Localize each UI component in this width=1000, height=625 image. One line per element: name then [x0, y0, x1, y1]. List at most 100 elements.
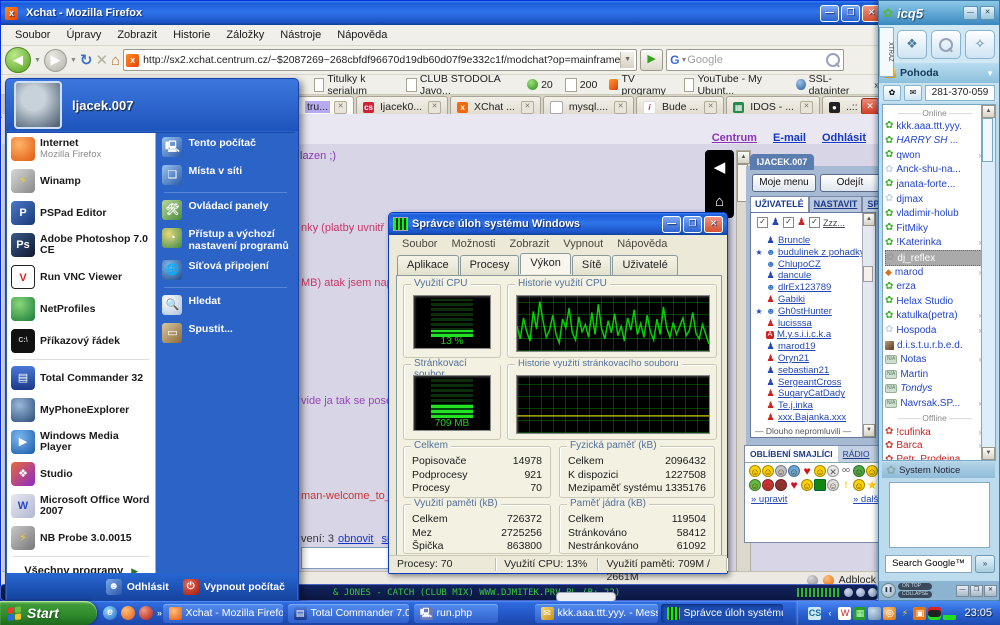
start-menu-item-hledat[interactable]: 🔍Hledat [156, 291, 295, 319]
green-grid-icon[interactable]: ▦ [853, 607, 866, 620]
user-name[interactable]: Te.j.inka [778, 400, 813, 411]
chevron-left-icon[interactable]: ‹ [823, 607, 836, 620]
heart-smiley-icon[interactable]: ♥ [788, 479, 800, 491]
user-list-item[interactable]: ♟lucisssa [755, 318, 812, 329]
icq-contact[interactable]: ✿vladimir-holub [885, 207, 984, 221]
scroll-up-icon[interactable]: ▲ [863, 213, 875, 226]
sidebar-tab-1[interactable]: UŽIVATELÉ [750, 196, 809, 212]
url-bar[interactable]: x http://sx2.xchat.centrum.cz/~$2087269~… [123, 49, 637, 71]
menu-item[interactable]: Nástroje [272, 27, 329, 43]
icq-contact[interactable]: N/ANotas» [885, 353, 984, 367]
sidebar-user-tab[interactable]: IJACEK.007 [750, 154, 814, 170]
start-menu-item-internet[interactable]: InternetMozilla Firefox [7, 133, 155, 165]
icq-contact[interactable]: d.i.s.t.u.r.b.e.d. [885, 338, 984, 352]
restore-button[interactable]: ❐ [970, 585, 983, 597]
system-notice-bar[interactable]: ✿ System Notice [882, 462, 995, 478]
taskbar-button-floppy[interactable]: ▤Total Commander 7.01 ... [288, 604, 409, 623]
icq-contact[interactable]: ✿Hospoda» [885, 323, 984, 337]
face-smiley-icon[interactable]: ☺ [801, 479, 813, 491]
forward-dropdown-icon[interactable]: ▼ [70, 57, 77, 64]
bookmark-item[interactable]: 20 [522, 79, 558, 91]
search-placeholder[interactable]: Google [687, 54, 826, 66]
forward-button[interactable]: ▶ [44, 49, 67, 72]
start-menu-item-pspad-editor[interactable]: PPSPad Editor [7, 197, 155, 229]
user-list-item[interactable]: ★☻Gh0stHunter [755, 306, 832, 317]
user-name[interactable]: dlrEx123789 [778, 282, 831, 293]
user-name[interactable]: Oryn21 [778, 353, 809, 364]
icq-contact[interactable]: ✿!Katerinka» [885, 236, 984, 250]
collapse-button[interactable]: COLLAPSE [898, 591, 932, 598]
icq-contact[interactable]: ✿Helax Studio [885, 294, 984, 308]
close-button[interactable]: ✕ [704, 216, 723, 233]
search-icon[interactable] [826, 53, 840, 67]
player-button[interactable] [844, 588, 853, 597]
firefox-titlebar[interactable]: x Xchat - Mozilla Firefox — ❐ ✕ [1, 1, 885, 25]
minimize-button[interactable]: — [956, 585, 969, 597]
bookmark-item[interactable]: SSL-datainter [791, 73, 867, 97]
url-text[interactable]: http://sx2.xchat.centrum.cz/~$2087269~26… [143, 54, 620, 66]
firefox-icon[interactable] [121, 606, 135, 620]
quick-launch-more-icon[interactable]: » [157, 608, 162, 618]
search-go-button[interactable]: » [975, 555, 995, 573]
filter-checkbox[interactable]: ✓ [783, 217, 794, 228]
icq-status-bar[interactable]: Pohoda ▼ [879, 63, 999, 83]
mail-check-icon[interactable]: ✉ [904, 85, 922, 101]
icq-scrollbar[interactable]: ▲ ▼ [981, 104, 996, 461]
restore-button[interactable]: ❐ [841, 5, 860, 22]
taskmgr-menu-item[interactable]: Vypnout [556, 237, 610, 251]
orange-target-icon[interactable]: ◎ [883, 607, 896, 620]
moje-menu-button[interactable]: Moje menu [752, 174, 816, 192]
face-smiley-icon[interactable]: ☺ [853, 465, 865, 477]
user-list-item[interactable]: ♟SergeantCross [755, 377, 841, 388]
icq-contact[interactable]: ✿Barca» [885, 439, 984, 453]
user-name[interactable]: lucisssa [778, 318, 812, 329]
user-list-item[interactable]: ♟xxx.Bajanka.xxx [755, 412, 846, 423]
back-dropdown-icon[interactable]: ▼ [34, 57, 41, 64]
user-name[interactable]: marod19 [778, 341, 816, 352]
start-menu-item-s-ov-p-ipojen-[interactable]: 🌐Síťová připojení [156, 256, 295, 284]
taskmgr-menu-item[interactable]: Možnosti [444, 237, 502, 251]
chevron-down-icon[interactable]: ▼ [986, 69, 994, 78]
icq-contact[interactable]: N/ANavrsak.SP...» [885, 396, 984, 410]
tab-close-icon[interactable]: ✕ [428, 101, 441, 114]
taskmgr-menu-item[interactable]: Nápověda [610, 237, 674, 251]
logoff-button[interactable]: ☻ Odhlásit [106, 579, 169, 595]
icq-contact[interactable]: ✿FitMiky [885, 221, 984, 235]
pause-button[interactable]: ❚❚ [881, 583, 896, 598]
network-icon[interactable]: ❖ [897, 30, 927, 59]
menu-item[interactable]: Soubor [7, 27, 58, 43]
start-menu-item-run-vnc-viewer[interactable]: VRun VNC Viewer [7, 261, 155, 293]
smiley-link[interactable]: » další [853, 494, 881, 505]
user-list-item[interactable]: ★☻budulinek z pohadky [755, 247, 865, 258]
search-icon[interactable] [931, 30, 961, 59]
menu-item[interactable]: Úpravy [58, 27, 109, 43]
user-name[interactable]: sebastian21 [778, 365, 829, 376]
user-name[interactable]: Gabiki [778, 294, 805, 305]
start-menu-item-p-stup-a-v-choz-nastaven-program-[interactable]: ◔Přístup a výchozí nastavení programů [156, 224, 295, 256]
start-menu-item-windows-media-player[interactable]: ▶Windows Media Player [7, 426, 155, 458]
google-engine-icon[interactable]: G [670, 53, 679, 67]
icq-contact[interactable]: ✿dj_reflex [885, 250, 986, 266]
face-smiley-icon[interactable]: ☺ [762, 465, 774, 477]
face-smiley-icon[interactable]: ☺ [749, 479, 761, 491]
face-smiley-icon[interactable]: ☺ [775, 465, 787, 477]
top-link-e-mail[interactable]: E-mail [773, 132, 806, 144]
start-menu-item-microsoft-office-word-2007[interactable]: WMicrosoft Office Word 2007 [7, 490, 155, 522]
scroll-up-icon[interactable]: ▲ [737, 151, 750, 164]
start-menu-item-studio[interactable]: ❖Studio [7, 458, 155, 490]
start-menu-item-ovl-dac-panely[interactable]: 🛠Ovládací panely [156, 196, 295, 224]
bookmark-item[interactable]: 200 [560, 78, 603, 92]
user-name[interactable]: ChlupoCZ [778, 259, 821, 270]
icq-contact[interactable]: ✿janata-forte... [885, 177, 984, 191]
stop-button[interactable]: ✕ [95, 51, 108, 69]
minimize-button[interactable]: — [963, 6, 978, 20]
top-link-centrum[interactable]: Centrum [712, 132, 757, 144]
user-list-item[interactable]: ♟dancule [755, 270, 811, 281]
user-name[interactable]: Gh0stHunter [778, 306, 832, 317]
status-name[interactable]: Pohoda [900, 67, 939, 79]
tab-close-icon[interactable]: ✕ [800, 101, 813, 114]
chat-input[interactable] [301, 547, 391, 569]
traffic-light-icon[interactable] [928, 607, 941, 620]
user-list-item[interactable]: AM.y.s.i.i.c.k.a [755, 329, 831, 340]
shutdown-button[interactable]: ⏻ Vypnout počítač [183, 579, 285, 595]
